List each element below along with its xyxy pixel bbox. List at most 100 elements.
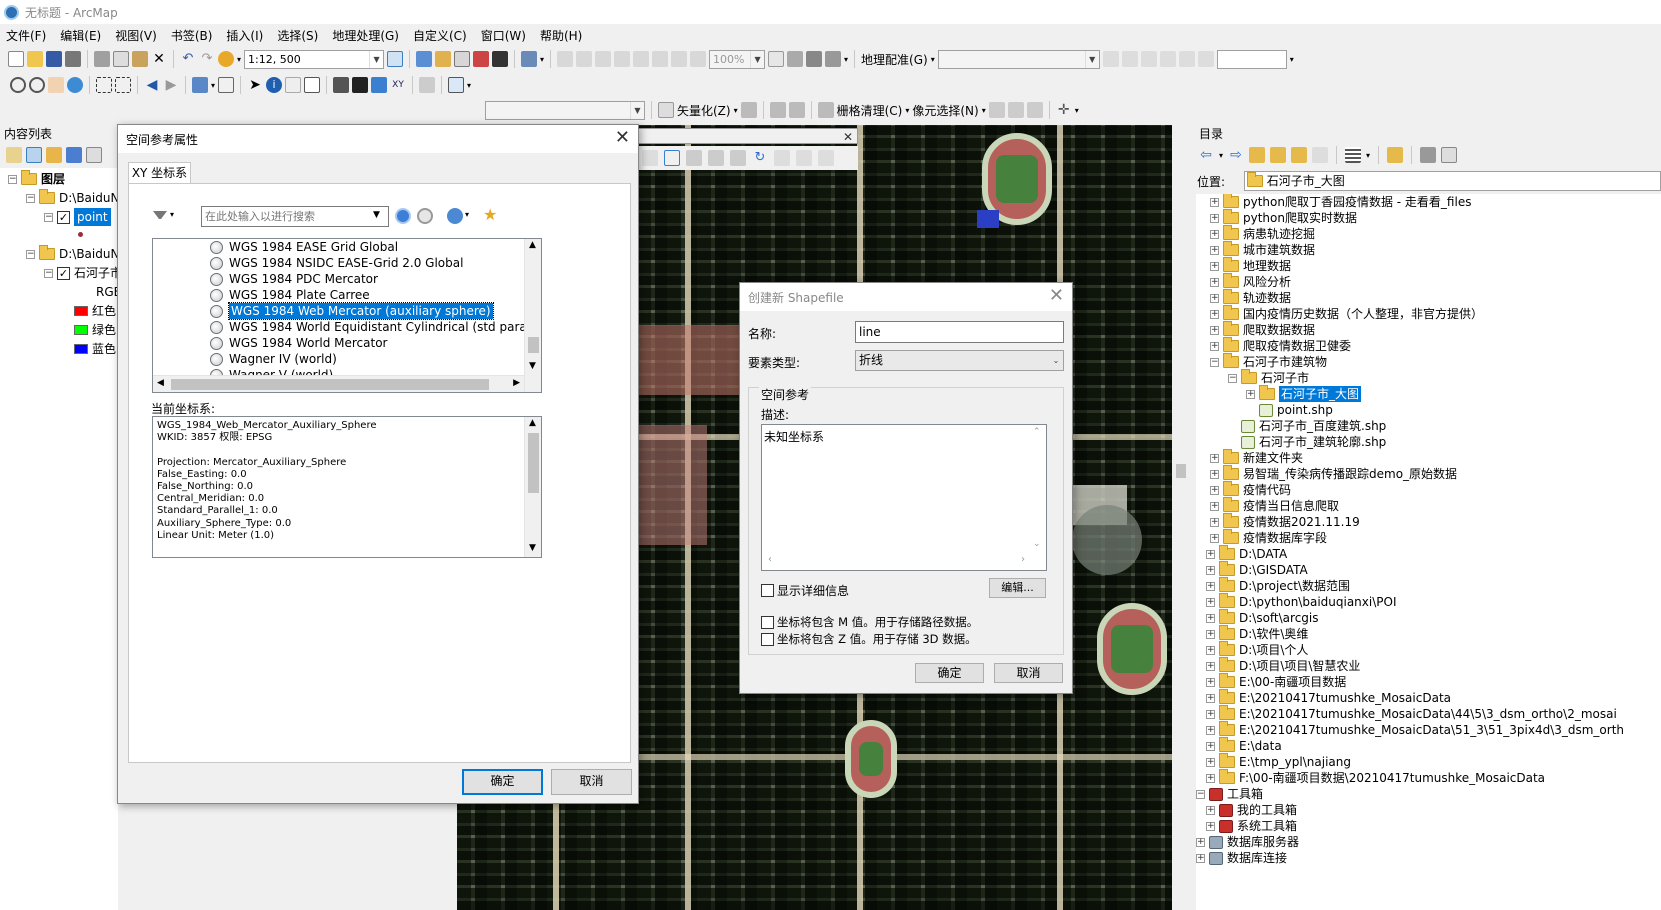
catalog-splitter[interactable] bbox=[1172, 124, 1195, 910]
toc-expander-icon[interactable]: − bbox=[8, 174, 17, 184]
interactive-select-icon[interactable] bbox=[1007, 102, 1024, 118]
toolbar-overflow-icon[interactable]: ▾ bbox=[540, 55, 544, 64]
raster-cleanup-dropdown-icon[interactable]: ▾ bbox=[905, 106, 909, 115]
catalog-expander-icon[interactable]: + bbox=[1206, 773, 1215, 783]
trace-icon[interactable] bbox=[769, 102, 786, 118]
close-icon[interactable]: ✕ bbox=[1049, 286, 1064, 306]
coordinate-system-item[interactable]: Wagner IV (world) bbox=[153, 351, 524, 367]
catalog-expander-icon[interactable]: + bbox=[1196, 837, 1205, 847]
georeferencing-menu[interactable]: 地理配准(G) bbox=[861, 51, 928, 68]
catalog-item[interactable]: + E:\00-南疆项目数据 bbox=[1206, 673, 1346, 690]
shapefile-name-input[interactable] bbox=[855, 321, 1064, 343]
catalog-item[interactable]: + python爬取实时数据 bbox=[1210, 209, 1357, 226]
catalog-item[interactable]: − 石河子市 bbox=[1228, 369, 1309, 386]
splitter-thumb[interactable] bbox=[1176, 464, 1186, 478]
description-vertical-scrollbar[interactable]: ⌃ ⌄ bbox=[1029, 425, 1046, 570]
catalog-expander-icon[interactable]: + bbox=[1210, 533, 1219, 543]
catalog-expander-icon[interactable]: + bbox=[1210, 277, 1219, 287]
catalog-item[interactable]: + D:\软件\奥维 bbox=[1206, 625, 1308, 642]
z-values-checkbox[interactable] bbox=[761, 632, 774, 646]
select-dropdown-icon[interactable]: ▾ bbox=[211, 81, 215, 90]
catalog-expander-icon[interactable]: + bbox=[1210, 213, 1219, 223]
catalog-expander-icon[interactable]: + bbox=[1206, 757, 1215, 767]
toc-expander-icon[interactable]: − bbox=[44, 268, 53, 278]
catalog-expander-icon[interactable]: + bbox=[1210, 309, 1219, 319]
catalog-options-icon[interactable] bbox=[1441, 147, 1458, 163]
catalog-expander-icon[interactable]: + bbox=[1210, 453, 1219, 463]
catalog-expander-icon[interactable]: + bbox=[1210, 325, 1219, 335]
menu-item-1[interactable]: 编辑(E) bbox=[60, 27, 101, 44]
catalog-item[interactable]: + 数据库服务器 bbox=[1196, 834, 1299, 850]
catalog-item[interactable]: + F:\00-南疆项目数据\20210417tumushke_MosaicDat… bbox=[1206, 769, 1545, 786]
catalog-expander-icon[interactable]: + bbox=[1210, 261, 1219, 271]
description-box[interactable]: 未知坐标系 ⌃ ⌄ ‹ › bbox=[761, 424, 1047, 571]
coordinate-system-item[interactable]: WGS 1984 World Mercator bbox=[153, 335, 524, 351]
reshape-icon[interactable] bbox=[686, 150, 702, 166]
back-extent-icon[interactable]: ◀ bbox=[144, 77, 160, 93]
menu-item-7[interactable]: 自定义(C) bbox=[413, 27, 467, 44]
catalog-item[interactable]: + D:\project\数据范围 bbox=[1206, 577, 1350, 594]
spatial-ref-cancel-button[interactable]: 取消 bbox=[551, 769, 632, 795]
python-window-icon[interactable] bbox=[492, 51, 509, 67]
pixel-selection-dropdown-icon[interactable]: ▾ bbox=[982, 106, 986, 115]
scroll-up-icon[interactable]: ⌃ bbox=[1033, 427, 1041, 437]
catalog-expander-icon[interactable]: + bbox=[1206, 565, 1215, 575]
create-features-icon[interactable] bbox=[818, 150, 834, 166]
catalog-item[interactable]: + E:\20210417tumushke_MosaicData bbox=[1206, 689, 1451, 706]
toc-window-icon[interactable] bbox=[416, 51, 433, 67]
list-by-source-icon[interactable] bbox=[26, 147, 42, 163]
catalog-item[interactable]: + 病患轨迹挖掘 bbox=[1210, 225, 1315, 242]
catalog-item[interactable]: + 地理数据 bbox=[1210, 257, 1291, 274]
georef-overflow-icon[interactable]: ▾ bbox=[1290, 55, 1294, 64]
cleanup-icon[interactable] bbox=[817, 102, 834, 118]
menu-item-0[interactable]: 文件(F) bbox=[6, 27, 46, 44]
split-icon[interactable] bbox=[730, 150, 746, 166]
catalog-expander-icon[interactable]: + bbox=[1206, 549, 1215, 559]
location-combo[interactable]: 石河子市_大图 bbox=[1243, 171, 1661, 191]
tools-overflow-icon[interactable]: ▾ bbox=[467, 81, 471, 90]
arctoolbox-icon[interactable] bbox=[473, 51, 490, 67]
hyperlink-icon[interactable] bbox=[285, 77, 302, 93]
catalog-item[interactable]: + 疫情数据库字段 bbox=[1210, 529, 1327, 546]
menu-item-9[interactable]: 帮助(H) bbox=[540, 27, 582, 44]
scroll-left-icon[interactable]: ◀ bbox=[157, 378, 164, 388]
layout-overflow-icon[interactable]: ▾ bbox=[844, 55, 848, 64]
catalog-item[interactable]: + D:\DATA bbox=[1206, 545, 1287, 562]
catalog-item[interactable]: + 石河子市_大图 bbox=[1246, 385, 1362, 402]
georef-input-box[interactable] bbox=[1216, 49, 1287, 69]
model-builder-icon[interactable] bbox=[521, 51, 538, 67]
list-by-visibility-icon[interactable] bbox=[46, 147, 62, 163]
scroll-left-icon[interactable]: ‹ bbox=[768, 554, 772, 565]
clear-selection-icon[interactable] bbox=[218, 77, 235, 93]
disconnect-folder-icon[interactable] bbox=[1312, 147, 1329, 163]
focus-data-frame-icon[interactable] bbox=[787, 51, 804, 67]
catalog-item[interactable]: + 爬取疫情数据卫健委 bbox=[1210, 337, 1351, 354]
catalog-expander-icon[interactable]: + bbox=[1210, 517, 1219, 527]
filter-icon[interactable] bbox=[153, 210, 167, 219]
menu-item-2[interactable]: 视图(V) bbox=[115, 27, 157, 44]
search-icon[interactable] bbox=[395, 208, 411, 224]
data-driven-pages-icon[interactable] bbox=[825, 51, 842, 67]
attributes-icon[interactable] bbox=[774, 150, 790, 166]
catalog-expander-icon[interactable]: + bbox=[1206, 629, 1215, 639]
views-dropdown-icon[interactable]: ▾ bbox=[1366, 151, 1370, 160]
create-viewer-icon[interactable] bbox=[448, 77, 465, 93]
add-favorite-icon[interactable]: ★ bbox=[483, 205, 497, 224]
toc-layers-root[interactable]: 图层 bbox=[41, 170, 65, 188]
catalog-item[interactable]: + 轨迹数据 bbox=[1210, 289, 1291, 306]
catalog-expander-icon[interactable]: + bbox=[1210, 197, 1219, 207]
find-route-icon[interactable] bbox=[371, 77, 388, 93]
catalog-expander-icon[interactable]: − bbox=[1196, 789, 1205, 799]
band-color-swatch[interactable] bbox=[74, 344, 88, 354]
tab-xy-coordinate-system[interactable]: XY 坐标系 bbox=[128, 162, 191, 184]
catalog-expander-icon[interactable]: + bbox=[1206, 709, 1215, 719]
catalog-item[interactable]: + D:\python\baiduqianxi\POI bbox=[1206, 593, 1396, 610]
search-window-icon[interactable] bbox=[454, 51, 471, 67]
zoom-out-icon[interactable] bbox=[29, 77, 45, 93]
catalog-expander-icon[interactable]: + bbox=[1206, 597, 1215, 607]
html-popup-icon[interactable] bbox=[304, 77, 321, 93]
toc-group-1[interactable]: D:\BaiduN bbox=[59, 189, 119, 207]
select-connected-cells-icon[interactable] bbox=[988, 102, 1005, 118]
open-icon[interactable] bbox=[27, 51, 43, 67]
raster-options-icon[interactable]: ✛ bbox=[1056, 102, 1072, 118]
